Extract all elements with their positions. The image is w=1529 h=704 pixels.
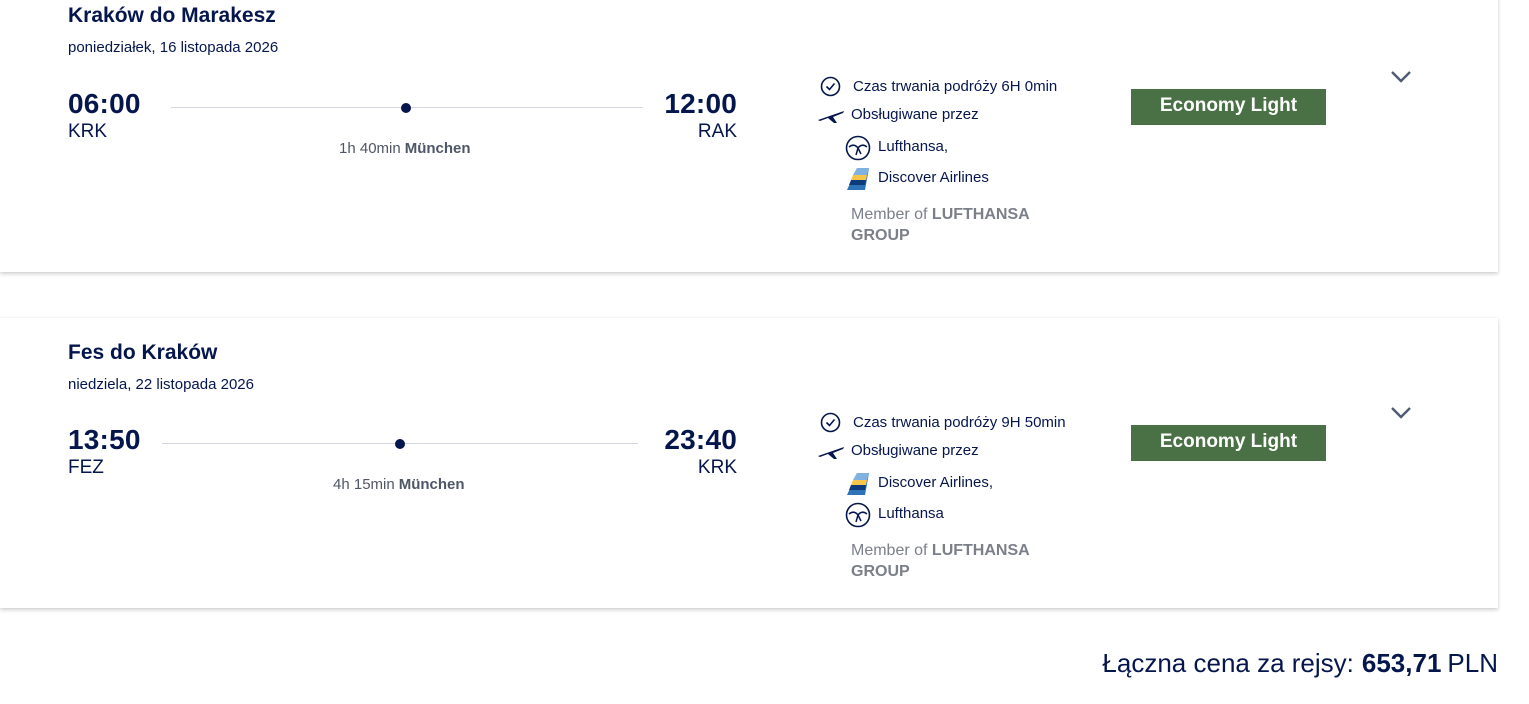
total-price-amount: 653,71 [1361,648,1442,678]
stopover-info: 1h 40min München [339,140,471,157]
fare-type-button[interactable]: Economy Light [1131,89,1326,125]
departure-airport-code: FEZ [68,457,104,478]
chevron-down-icon[interactable] [1390,406,1412,420]
carrier-name: Lufthansa, [878,138,949,155]
stopover-city: München [398,476,465,493]
total-price: Łączna cena za rejsy: 653,71 PLN [1102,648,1498,679]
carrier-name: Discover Airlines, [878,474,994,491]
stopover-dot [395,439,405,449]
travel-duration: Czas trwania podróży 9H 50min [853,414,1066,431]
flight-card-return: Fes do Kraków niedziela, 22 listopada 20… [0,318,1498,608]
total-price-currency: PLN [1447,648,1498,678]
lufthansa-crane-icon [845,502,871,528]
group-name-line2: GROUP [851,227,910,244]
stopover-dot [401,103,411,113]
departure-time: 06:00 [68,88,141,119]
stopover-info: 4h 15min München [333,476,465,493]
alliance-membership: Member of LUFTHANSA GROUP [851,204,1030,246]
carrier-name: Discover Airlines [878,169,989,186]
plane-icon [818,111,844,123]
discover-airlines-tail-icon [847,473,869,495]
route-title: Fes do Kraków [68,341,218,364]
departure-airport-code: KRK [68,121,108,142]
plane-icon [818,447,844,459]
alliance-membership: Member of LUFTHANSA GROUP [851,540,1030,582]
route-title: Kraków do Marakesz [68,4,276,27]
member-prefix: Member of [851,206,928,223]
departure-time: 13:50 [68,424,141,455]
travel-duration: Czas trwania podróży 6H 0min [853,78,1058,95]
member-prefix: Member of [851,542,928,559]
group-name-line2: GROUP [851,563,910,580]
discover-airlines-tail-icon [847,168,869,190]
lufthansa-crane-icon [845,135,871,161]
group-name-line1: LUFTHANSA [931,542,1030,559]
flight-date: poniedziałek, 16 listopada 2026 [68,39,279,56]
operated-by-label: Obsługiwane przez [851,106,979,123]
stopover-duration: 4h 15min [333,476,395,493]
fare-type-button[interactable]: Economy Light [1131,425,1326,461]
arrival-airport-code: KRK [697,457,737,478]
flight-date: niedziela, 22 listopada 2026 [68,376,254,393]
total-price-label: Łączna cena za rejsy: [1102,648,1354,678]
operated-by-label: Obsługiwane przez [851,442,979,459]
stopover-city: München [404,140,471,157]
arrival-airport-code: RAK [697,121,737,142]
carrier-name: Lufthansa [878,505,944,522]
arrival-time: 23:40 [664,424,737,455]
stopover-duration: 1h 40min [339,140,401,157]
clock-icon [820,412,841,433]
clock-icon [820,76,841,97]
arrival-time: 12:00 [664,88,737,119]
group-name-line1: LUFTHANSA [931,206,1030,223]
flight-card-outbound: Kraków do Marakesz poniedziałek, 16 list… [0,0,1498,272]
chevron-down-icon[interactable] [1390,70,1412,84]
